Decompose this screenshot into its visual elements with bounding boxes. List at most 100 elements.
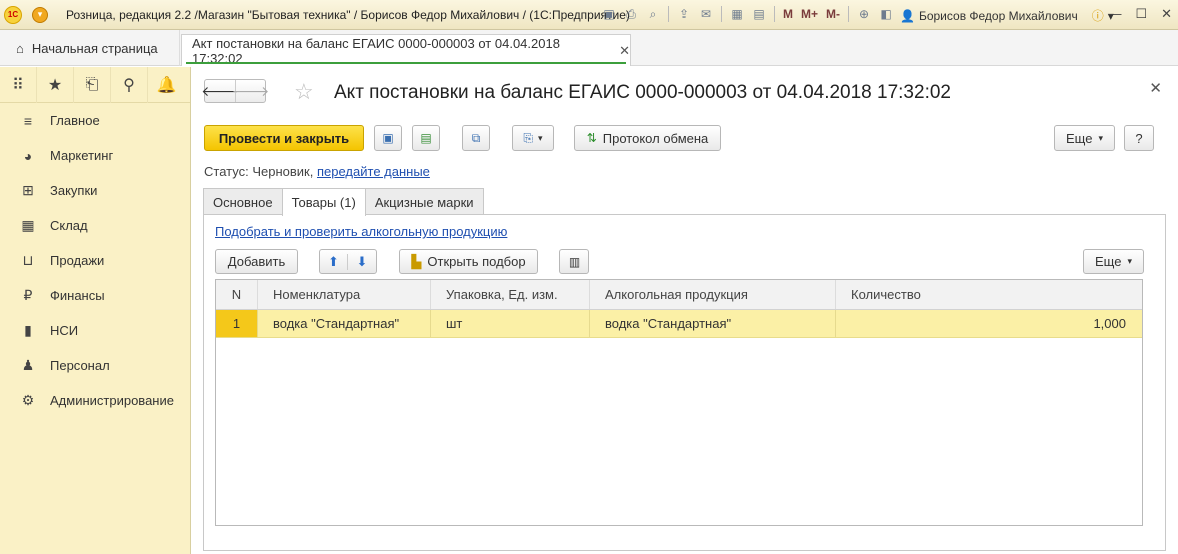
sidebar-item-warehouse[interactable]: ▦ Склад [0,208,190,243]
basket-icon: ⊔ [22,252,34,268]
tab-home[interactable]: ⌂ Начальная страница [0,30,180,66]
cart-icon: ⊞ [22,182,34,198]
bell-icon[interactable]: 🔔 [148,67,185,103]
arrow-down-icon[interactable]: ⬇ [348,254,376,270]
zoom-icon[interactable]: ⊕ [855,5,873,23]
row-quantity[interactable]: 1,000 [836,310,1142,337]
chevron-down-icon: ▾ [1098,132,1103,143]
row-alcohol-product[interactable]: водка "Стандартная" [590,310,836,337]
status-link[interactable]: передайте данные [317,164,430,179]
gear-icon: ⚙ [21,392,35,408]
calculator-icon[interactable]: ▦ [728,5,746,23]
pie-chart-icon: ◕ [23,147,33,164]
goods-panel: Подобрать и проверить алкогольную продук… [203,214,1166,551]
menu-lines-icon: ≡ [23,112,33,129]
open-selection-button[interactable]: ▙ Открыть подбор [399,249,538,274]
preview-icon[interactable]: ⌕ [644,5,662,23]
tab-excise-stamps[interactable]: Акцизные марки [364,188,484,215]
sidebar: ⠿ ★ ⎗ ⚲ 🔔 ≡ Главное ◕ Маркетинг ⊞ Закупк… [0,66,191,554]
sidebar-item-finance[interactable]: ₽ Финансы [0,278,190,313]
help-button[interactable]: ? [1124,125,1154,151]
memory-plus-button[interactable]: M+ [799,5,820,23]
user-area[interactable]: 👤 Борисов Федор Михайлович ⓘ ▾ [900,7,1114,24]
book-icon: ▮ [24,322,32,338]
main-menu-button[interactable]: ▾ [32,6,48,23]
favorite-star-icon[interactable]: ☆ [294,79,314,105]
exchange-log-button[interactable]: ⇅ Протокол обмена [574,125,721,151]
create-based-on-button[interactable]: ⧉ [462,125,490,151]
chevron-down-icon: ▾ [1127,256,1132,266]
pick-alcohol-link[interactable]: Подобрать и проверить алкогольную продук… [215,224,507,239]
title-bar: 1С ▾ Розница, редакция 2.2 /Магазин "Быт… [0,0,1178,30]
sidebar-item-label: Финансы [50,288,105,303]
column-header[interactable]: Алкогольная продукция [590,280,836,309]
arrow-up-icon[interactable]: ⬆ [320,253,348,270]
forward-arrow-icon[interactable]: 🡒 [232,80,269,102]
more-button[interactable]: Еще ▾ [1054,125,1115,151]
print-icon[interactable]: ⎙ [622,5,640,23]
document-form: 🡐 🡒 ☆ Акт постановки на баланс ЕГАИС 000… [192,67,1178,554]
favorites-star-icon[interactable]: ★ [37,66,74,103]
selection-icon: ▙ [411,253,422,269]
history-icon[interactable]: ⎗ [74,66,111,103]
sidebar-item-label: Персонал [50,358,110,373]
memory-minus-button[interactable]: M- [824,5,842,23]
post-and-close-button[interactable]: Провести и закрыть [204,125,364,151]
tab-main[interactable]: Основное [203,188,283,215]
info-icon[interactable]: ⓘ [1092,7,1104,24]
column-header[interactable]: N [216,280,258,309]
row-number: 1 [216,310,258,337]
person-icon: ♟ [21,357,35,373]
sidebar-item-main[interactable]: ≡ Главное [0,103,190,138]
column-header[interactable]: Номенклатура [258,280,431,309]
tab-document-label: Акт постановки на баланс ЕГАИС 0000-0000… [192,35,560,66]
close-icon[interactable]: ✕ [1149,79,1162,97]
row-unit[interactable]: шт [431,310,590,337]
ruble-icon: ₽ [23,287,33,303]
goods-table: N Номенклатура Упаковка, Ед. изм. Алкого… [215,279,1143,526]
sidebar-item-nsi[interactable]: ▮ НСИ [0,313,190,348]
status-value: Черновик, [252,164,314,179]
back-arrow-icon[interactable]: 🡐 [201,80,239,102]
table-row[interactable]: 1 водка "Стандартная" шт водка "Стандарт… [216,310,1142,338]
save-icon[interactable]: ▣ [600,5,618,23]
apps-grid-icon[interactable]: ⠿ [0,66,37,103]
tab-document[interactable]: Акт постановки на баланс ЕГАИС 0000-0000… [181,34,631,66]
add-button[interactable]: Добавить [215,249,298,274]
chevron-down-icon: ▾ [538,132,543,143]
column-header[interactable]: Упаковка, Ед. изм. [431,280,590,309]
upload-icon[interactable]: ⇪ [675,5,693,23]
sidebar-item-personnel[interactable]: ♟ Персонал [0,348,190,383]
save-button[interactable]: ▣ [374,125,402,151]
maximize-icon[interactable]: ☐ [1135,6,1147,22]
page-title: Акт постановки на баланс ЕГАИС 0000-0000… [334,82,951,103]
tab-goods[interactable]: Товары (1) [281,188,366,216]
barcode-button[interactable]: ▥ [559,249,589,274]
calendar-icon[interactable]: ▤ [750,5,768,23]
mail-icon[interactable]: ✉ [697,5,715,23]
row-nomenclature[interactable]: водка "Стандартная" [258,310,431,337]
print-menu-button[interactable]: ⎘ ▾ [512,125,554,151]
window-title: Розница, редакция 2.2 /Магазин "Бытовая … [66,7,630,22]
sidebar-item-administration[interactable]: ⚙ Администрирование [0,383,190,418]
panel-icon[interactable]: ◧ [877,5,895,23]
post-document-icon: ▤ [420,131,432,145]
close-icon[interactable]: ✕ [619,43,630,59]
more-button[interactable]: Еще ▾ [1083,249,1144,274]
toolbar-separator [774,6,775,22]
sidebar-item-label: Склад [50,218,88,233]
sidebar-item-sales[interactable]: ⊔ Продажи [0,243,190,278]
sidebar-item-purchases[interactable]: ⊞ Закупки [0,173,190,208]
navigation-buttons: 🡐 🡒 [201,79,269,103]
column-header[interactable]: Количество [836,280,1142,309]
search-icon[interactable]: ⚲ [111,66,148,103]
close-icon[interactable]: ✕ [1161,6,1172,22]
sidebar-item-label: Закупки [50,183,98,198]
sidebar-item-label: Продажи [50,253,105,268]
post-button[interactable]: ▤ [412,125,440,151]
memory-button[interactable]: M [781,5,795,23]
minimize-icon[interactable]: — [1108,6,1121,22]
open-selection-label: Открыть подбор [427,254,526,269]
sidebar-item-label: Администрирование [50,393,174,408]
sidebar-item-marketing[interactable]: ◕ Маркетинг [0,138,190,173]
